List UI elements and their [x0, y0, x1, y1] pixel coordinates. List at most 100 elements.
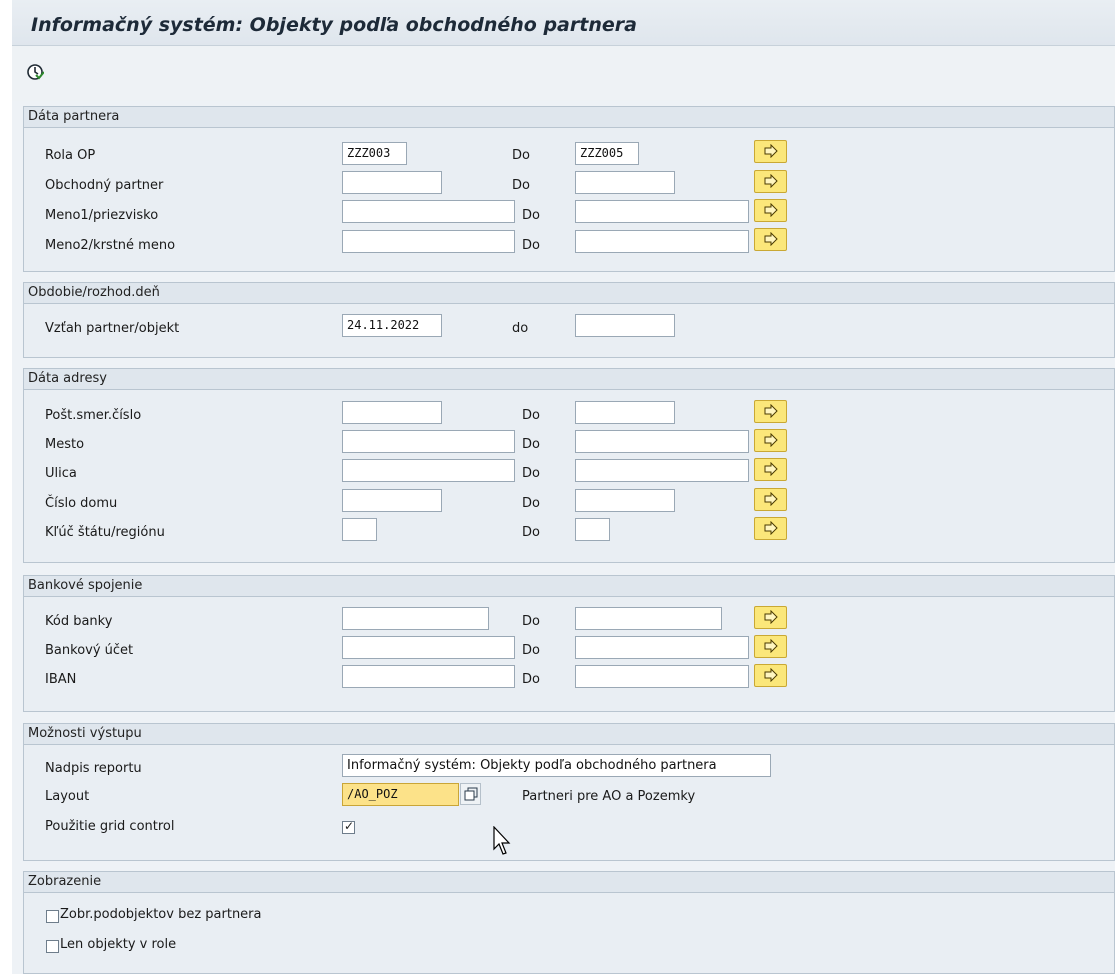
- group-header: Zobrazenie: [24, 872, 1114, 893]
- label-objects-in-role: Len objekty v role: [60, 937, 177, 952]
- arrow-right-icon: [764, 144, 778, 158]
- multiple-selection-button[interactable]: [754, 429, 787, 452]
- label-vztah-partner-objekt: Vzťah partner/objekt: [45, 321, 180, 336]
- grid-control-checkbox[interactable]: ✓: [342, 819, 355, 834]
- label-do: Do: [522, 614, 540, 629]
- arrow-right-icon: [764, 668, 778, 682]
- group-header: Obdobie/rozhod.deň: [24, 283, 1114, 304]
- report-title-field[interactable]: Informačný systém: Objekty podľa obchodn…: [342, 754, 771, 777]
- checkmark-icon: ✓: [344, 819, 355, 833]
- multiple-selection-button[interactable]: [754, 606, 787, 629]
- multiple-selection-button[interactable]: [754, 140, 787, 163]
- label-meno2: Meno2/krstné meno: [45, 238, 176, 253]
- multiple-selection-button[interactable]: [754, 199, 787, 222]
- label-do: Do: [522, 408, 540, 423]
- region-to-field[interactable]: [575, 518, 610, 541]
- arrow-right-icon: [764, 433, 778, 447]
- layout-field[interactable]: /AO_POZ: [342, 783, 459, 806]
- value-help-button[interactable]: [460, 783, 481, 805]
- arrow-right-icon: [764, 404, 778, 418]
- arrow-right-icon: [764, 462, 778, 476]
- label-do: Do: [522, 525, 540, 540]
- label-cislo-domu: Číslo domu: [45, 496, 118, 511]
- label-do: Do: [512, 148, 530, 163]
- group-bank-connection: Bankové spojenie Kód banky Do Bankový úč…: [23, 575, 1115, 712]
- label-kod-banky: Kód banky: [45, 614, 113, 629]
- show-subobjects-checkbox[interactable]: [46, 910, 59, 923]
- label-do: Do: [512, 178, 530, 193]
- postal-code-to-field[interactable]: [575, 401, 675, 424]
- arrow-right-icon: [764, 174, 778, 188]
- arrow-right-icon: [764, 610, 778, 624]
- label-do: Do: [522, 466, 540, 481]
- meno2-to-field[interactable]: [575, 230, 749, 253]
- label-meno1: Meno1/priezvisko: [45, 208, 159, 223]
- house-number-from-field[interactable]: [342, 489, 442, 512]
- key-date-from-field[interactable]: 24.11.2022: [342, 314, 442, 337]
- label-obchodny-partner: Obchodný partner: [45, 178, 164, 193]
- rola-op-to-field[interactable]: ZZZ005: [575, 142, 639, 165]
- mouse-pointer-icon: [493, 825, 515, 864]
- bank-account-to-field[interactable]: [575, 636, 749, 659]
- group-header: Dáta adresy: [24, 369, 1114, 390]
- multiple-selection-button[interactable]: [754, 458, 787, 481]
- bank-account-from-field[interactable]: [342, 636, 515, 659]
- multiple-selection-button[interactable]: [754, 228, 787, 251]
- label-rola-op: Rola OP: [45, 148, 96, 163]
- label-bankovy-ucet: Bankový účet: [45, 643, 134, 658]
- iban-from-field[interactable]: [342, 665, 515, 688]
- arrow-right-icon: [764, 232, 778, 246]
- multiple-selection-button[interactable]: [754, 517, 787, 540]
- label-do: Do: [522, 437, 540, 452]
- multiple-selection-button[interactable]: [754, 400, 787, 423]
- partner-from-field[interactable]: [342, 171, 442, 194]
- label-do: Do: [522, 208, 540, 223]
- bank-code-to-field[interactable]: [575, 607, 722, 630]
- arrow-right-icon: [764, 521, 778, 535]
- meno2-from-field[interactable]: [342, 230, 515, 253]
- group-partner-data: Dáta partnera Rola OP ZZZ003 Do ZZZ005 O…: [23, 106, 1115, 272]
- application-toolbar: [12, 46, 1115, 102]
- city-to-field[interactable]: [575, 430, 749, 453]
- bank-code-from-field[interactable]: [342, 607, 489, 630]
- city-from-field[interactable]: [342, 430, 515, 453]
- execute-clock-icon[interactable]: [26, 63, 45, 81]
- label-ulica: Ulica: [45, 466, 77, 481]
- street-from-field[interactable]: [342, 459, 515, 482]
- label-do: do: [512, 321, 529, 336]
- label-grid-control: Použitie grid control: [45, 819, 175, 834]
- label-mesto: Mesto: [45, 437, 85, 452]
- arrow-right-icon: [764, 203, 778, 217]
- house-number-to-field[interactable]: [575, 489, 675, 512]
- region-from-field[interactable]: [342, 518, 377, 541]
- arrow-right-icon: [764, 639, 778, 653]
- meno1-from-field[interactable]: [342, 200, 515, 223]
- label-kluc-statu-regionu: Kľúč štátu/regiónu: [45, 525, 165, 540]
- objects-in-role-checkbox[interactable]: [46, 940, 59, 953]
- label-iban: IBAN: [45, 672, 77, 687]
- multiple-selection-button[interactable]: [754, 488, 787, 511]
- arrow-right-icon: [764, 492, 778, 506]
- label-do: Do: [522, 643, 540, 658]
- street-to-field[interactable]: [575, 459, 749, 482]
- multiple-selection-button[interactable]: [754, 170, 787, 193]
- label-do: Do: [522, 238, 540, 253]
- group-period: Obdobie/rozhod.deň Vzťah partner/objekt …: [23, 282, 1115, 358]
- layout-description: Partneri pre AO a Pozemky: [522, 789, 696, 804]
- group-header: Dáta partnera: [24, 107, 1114, 128]
- multiple-selection-button[interactable]: [754, 664, 787, 687]
- iban-to-field[interactable]: [575, 665, 749, 688]
- meno1-to-field[interactable]: [575, 200, 749, 223]
- multiple-selection-button[interactable]: [754, 635, 787, 658]
- label-layout: Layout: [45, 789, 90, 804]
- key-date-to-field[interactable]: [575, 314, 675, 337]
- selection-screen: Dáta partnera Rola OP ZZZ003 Do ZZZ005 O…: [12, 101, 1115, 974]
- rola-op-from-field[interactable]: ZZZ003: [342, 142, 407, 165]
- partner-to-field[interactable]: [575, 171, 675, 194]
- group-header: Bankové spojenie: [24, 576, 1114, 597]
- label-show-subobjects: Zobr.podobjektov bez partnera: [60, 907, 262, 922]
- postal-code-from-field[interactable]: [342, 401, 442, 424]
- label-post-smer-cislo: Pošt.smer.číslo: [45, 408, 142, 423]
- label-do: Do: [522, 672, 540, 687]
- group-output-options: Možnosti výstupu Nadpis reportu Informač…: [23, 723, 1115, 861]
